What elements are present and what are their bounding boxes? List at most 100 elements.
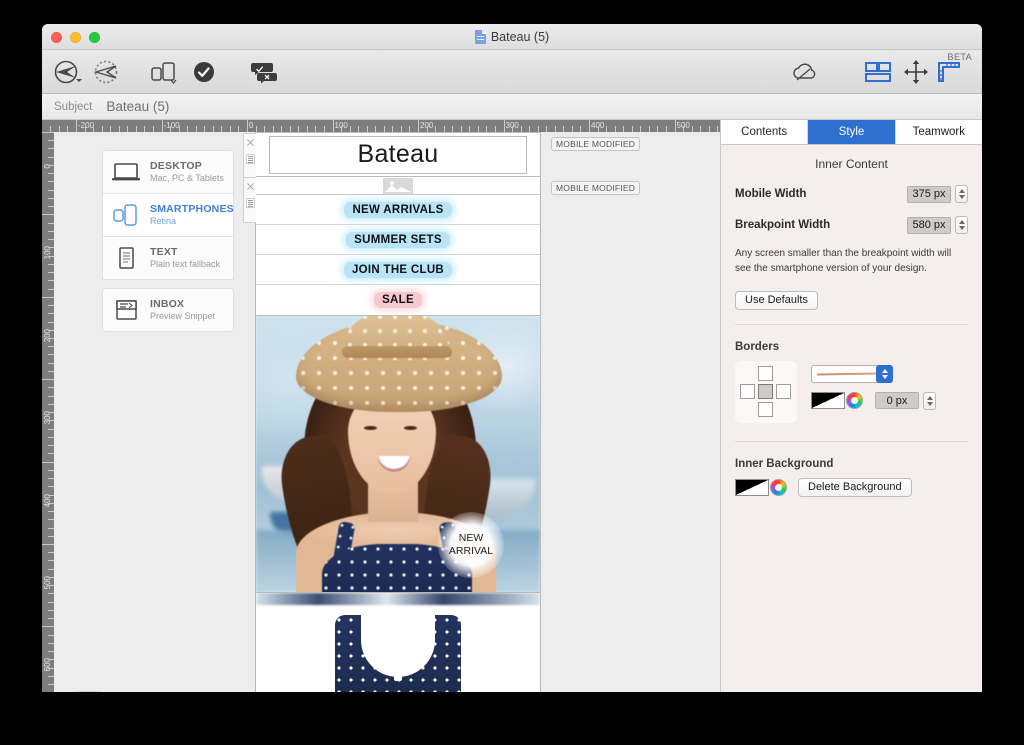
border-style-select[interactable] <box>811 364 893 383</box>
borders-controls: 0 px <box>735 360 968 423</box>
border-side-all[interactable] <box>758 383 773 399</box>
main-toolbar: BETA <box>42 50 982 94</box>
cloud-icon[interactable] <box>787 56 823 88</box>
new-arrival-line2: ARRIVAL <box>448 545 494 557</box>
device-item-smartphones[interactable]: SMARTPHONES Retina <box>102 193 234 237</box>
device-item-text[interactable]: TEXT Plain text fallback <box>102 236 234 280</box>
device-subtitle: Preview Snippet <box>150 310 216 321</box>
ruler-tick <box>42 461 54 463</box>
device-item-inbox[interactable]: INBOX Preview Snippet <box>102 288 234 332</box>
tab-style[interactable]: Style <box>808 120 896 144</box>
color-wheel-icon[interactable] <box>846 392 863 409</box>
window-title-bar: Bateau (5) <box>42 24 982 50</box>
mobile-width-row: Mobile Width 375 px <box>735 185 968 203</box>
breakpoint-width-input[interactable]: 580 px <box>907 216 951 234</box>
chevron-updown-icon[interactable] <box>876 364 893 383</box>
subject-bar: Subject Bateau (5) <box>42 94 982 120</box>
breakpoint-width-stepper[interactable] <box>955 216 968 234</box>
device-subtitle: Plain text fallback <box>150 258 221 269</box>
inner-background-color-control[interactable] <box>735 478 787 496</box>
nav-item[interactable]: SALE <box>256 285 540 315</box>
breakpoint-hint-text: Any screen smaller than the breakpoint w… <box>735 248 952 274</box>
mobile-width-stepper[interactable] <box>955 185 968 203</box>
window-title-text: Bateau (5) <box>490 30 550 44</box>
move-icon[interactable] <box>900 56 932 88</box>
nav-item[interactable]: NEW ARRIVALS <box>256 195 540 225</box>
ruler-tick <box>42 296 54 298</box>
nav-image-row <box>256 177 540 195</box>
horizontal-ruler[interactable]: -200-1000100200300400500 <box>42 120 720 132</box>
scale-icon[interactable] <box>72 691 102 692</box>
inspector-section-title: Inner Content <box>815 157 888 171</box>
color-wheel-icon[interactable] <box>770 478 787 496</box>
border-style-sample <box>816 371 880 376</box>
email-block-product-image[interactable]: MOBILE MODIFIED <box>255 593 541 692</box>
border-width-input[interactable]: 0 px <box>875 392 919 409</box>
vertical-ruler[interactable]: 0100200300400500600700 <box>42 132 54 692</box>
border-side-bottom[interactable] <box>758 401 773 417</box>
application-window: Bateau (5) BETA Subject Bateau (5) -200 … <box>42 24 982 692</box>
border-side-top[interactable] <box>758 365 773 381</box>
ruler-label: 0 <box>249 121 254 130</box>
border-color-well[interactable] <box>811 392 845 409</box>
nav-pill-label: SALE <box>374 292 422 308</box>
inbox-icon <box>111 297 141 323</box>
laptop-icon <box>111 159 141 185</box>
ruler-tick <box>42 626 54 628</box>
nav-item[interactable]: SUMMER SETS <box>256 225 540 255</box>
design-canvas[interactable]: DESKTOP Mac, PC & Tablets SMARTPHONES Re… <box>54 132 720 692</box>
email-block-hero-image[interactable]: NEW ARRIVAL MOBILE MODIFIED <box>255 316 541 593</box>
new-arrival-badge: NEW ARRIVAL <box>438 512 504 578</box>
layout-icon[interactable] <box>860 56 896 88</box>
responsive-devices-icon[interactable] <box>147 56 181 88</box>
phone-watch-icon <box>111 202 141 228</box>
send-test-icon[interactable] <box>50 56 86 88</box>
device-list: DESKTOP Mac, PC & Tablets SMARTPHONES Re… <box>102 150 234 332</box>
inner-background-title: Inner Background <box>735 457 834 470</box>
email-preview-column: Bateau MOBILE MODIFIED NEW ARRIVALS SUMM… <box>243 132 641 692</box>
email-block-navigation[interactable]: NEW ARRIVALS SUMMER SETS JOIN THE CLUB S… <box>243 177 641 316</box>
send-preview-icon[interactable] <box>90 56 126 88</box>
nav-item[interactable]: JOIN THE CLUB <box>256 255 540 285</box>
close-icon[interactable] <box>246 182 255 191</box>
window-title: Bateau (5) <box>42 24 982 50</box>
nav-pill-label: JOIN THE CLUB <box>343 261 453 278</box>
nav-pill-label: NEW ARRIVALS <box>344 201 452 218</box>
ruler-tick <box>42 214 54 216</box>
mobile-modified-badge: MOBILE MODIFIED <box>551 181 641 195</box>
use-defaults-button[interactable]: Use Defaults <box>735 290 818 310</box>
tab-teamwork[interactable]: Teamwork <box>895 120 982 144</box>
border-side-right[interactable] <box>776 383 791 399</box>
border-width-stepper[interactable] <box>923 391 936 410</box>
delete-background-button[interactable]: Delete Background <box>798 477 912 497</box>
ruler-icon[interactable] <box>933 56 965 88</box>
device-subtitle: Mac, PC & Tablets <box>150 172 224 183</box>
editor-body: -200-1000100200300400500 010020030040050… <box>42 120 982 692</box>
device-subtitle: Retina <box>150 215 177 226</box>
comments-icon[interactable] <box>247 56 283 88</box>
inspector-tabs: Contents Style Teamwork <box>721 120 982 145</box>
check-circle-icon[interactable] <box>187 56 221 88</box>
close-icon[interactable] <box>246 138 255 147</box>
ruler-tick <box>42 544 54 545</box>
device-title: INBOX <box>150 297 185 310</box>
breakpoint-width-label: Breakpoint Width <box>735 219 831 231</box>
mobile-modified-badge: MOBILE MODIFIED <box>551 137 641 151</box>
email-block-header[interactable]: Bateau MOBILE MODIFIED <box>243 132 641 179</box>
device-title: SMARTPHONES <box>150 202 234 215</box>
device-item-desktop[interactable]: DESKTOP Mac, PC & Tablets <box>102 150 234 194</box>
border-side-left[interactable] <box>740 383 755 399</box>
mobile-width-input[interactable]: 375 px <box>907 185 951 203</box>
border-color-control[interactable] <box>811 392 863 409</box>
borders-section-title: Borders <box>735 340 780 353</box>
inner-background-color-well[interactable] <box>735 478 769 496</box>
header-inner-box: Bateau <box>269 135 527 174</box>
border-side-selector[interactable] <box>735 360 797 423</box>
mobile-width-label: Mobile Width <box>735 188 807 200</box>
tab-contents[interactable]: Contents <box>721 120 809 144</box>
ruler-tick <box>42 379 54 381</box>
subject-input[interactable]: Bateau (5) <box>106 99 169 114</box>
hamburger-icon[interactable] <box>245 198 255 208</box>
device-title: DESKTOP <box>150 159 202 172</box>
hamburger-icon[interactable] <box>245 154 255 164</box>
